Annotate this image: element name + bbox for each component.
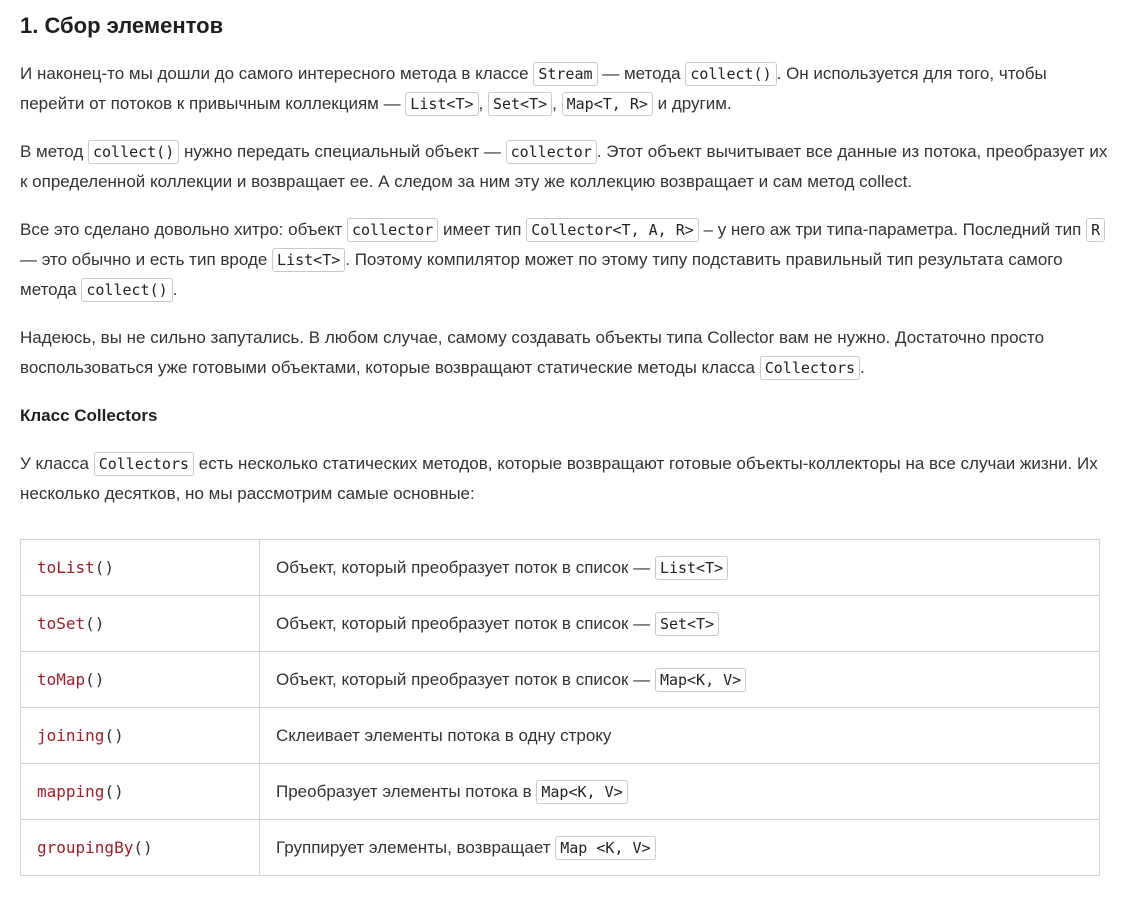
code-stream: Stream [533,62,598,86]
method-parens: () [133,837,153,857]
code-collectors: Collectors [93,452,195,476]
paragraph-collectors-intro: Надеюсь, вы не сильно запутались. В любо… [20,323,1112,383]
code-collect: collect() [81,278,173,302]
description-cell: Объект, который преобразует поток в спис… [259,651,1100,708]
code-type: Map<K, V> [536,779,628,804]
text: Надеюсь, вы не сильно запутались. В любо… [20,328,1045,377]
text: , [552,94,562,113]
method-cell: groupingBy() [20,819,260,876]
method-name: mapping [37,781,105,801]
method-cell: mapping() [20,763,260,820]
method-parens: () [94,557,115,577]
description-text: Объект, который преобразует поток в спис… [276,557,655,577]
table-row: mapping() Преобразует элементы потока в … [20,763,1100,820]
code-collect: collect() [87,140,180,164]
paragraph-collector: В метод collect() нужно передать специал… [20,137,1112,197]
description-cell: Склеивает элементы потока в одну строку [259,707,1100,764]
text: — метода [597,64,686,83]
text: Все это сделано довольно хитро: объект [20,220,347,239]
method-cell: toSet() [20,595,260,652]
method-name: toSet [37,613,86,633]
method-cell: joining() [20,707,260,764]
code-list: List<T> [272,248,346,272]
table-row: toSet() Объект, который преобразует пото… [20,595,1100,652]
code-type: Map<K, V> [654,667,747,692]
description-cell: Объект, который преобразует поток в спис… [259,595,1100,652]
text: и другим. [652,94,732,113]
table-row: joining() Склеивает элементы потока в од… [20,707,1100,764]
code-type: List<T> [654,555,729,580]
code-map: Map<T, R> [561,92,653,116]
description-text: Объект, который преобразует поток в спис… [276,613,655,633]
table-row: groupingBy() Группирует элементы, возвра… [20,819,1100,876]
description-cell: Преобразует элементы потока в Map<K, V> [259,763,1100,820]
table-row: toMap() Объект, который преобразует пото… [20,651,1100,708]
text: В метод [20,142,88,161]
text: — это обычно и есть тип вроде [20,250,273,269]
text: имеет тип [438,220,527,239]
description-text: Группирует элементы, возвращает [276,837,556,857]
text: – у него аж три типа-параметра. Последни… [698,220,1087,239]
text: И наконец-то мы дошли до самого интересн… [20,64,534,83]
description-text: Объект, который преобразует поток в спис… [276,669,655,689]
code-collector: collector [505,140,597,164]
text: нужно передать специальный объект — [179,142,506,161]
method-name: toList [37,557,95,577]
code-collector: collector [346,218,439,242]
paragraph-collectors-methods: У класса Collectors есть несколько стати… [20,449,1112,509]
subheading-collectors: Класс Collectors [20,406,158,425]
method-name: toMap [37,669,86,689]
method-parens: () [104,781,124,801]
description-text: Преобразует элементы потока в [276,781,537,801]
table-row: toList() Объект, который преобразует пот… [20,539,1100,596]
method-cell: toMap() [20,651,260,708]
code-collect: collect() [685,62,777,86]
text: . [172,280,178,299]
code-set: Set<T> [487,92,553,116]
text: , [478,94,488,113]
method-name: groupingBy [37,837,134,857]
code-r: R [1086,218,1106,242]
method-cell: toList() [20,539,260,596]
paragraph-collector-type: Все это сделано довольно хитро: объект c… [20,215,1112,305]
collectors-table: toList() Объект, который преобразует пот… [20,539,1100,876]
paragraph-intro: И наконец-то мы дошли до самого интересн… [20,59,1112,119]
section-heading: 1. Сбор элементов [20,13,224,38]
description-cell: Объект, который преобразует поток в спис… [259,539,1100,596]
method-name: joining [37,725,105,745]
code-type: Map <K, V> [555,835,656,860]
code-collector-type: Collector<T, A, R> [526,218,699,242]
code-list: List<T> [405,92,479,116]
method-parens: () [104,725,124,745]
text: У класса [20,454,94,473]
description-text: Склеивает элементы потока в одну строку [276,725,612,745]
method-parens: () [85,613,105,633]
code-type: Set<T> [654,611,720,636]
text: . [860,358,865,377]
description-cell: Группирует элементы, возвращает Map <K, … [259,819,1100,876]
code-collectors: Collectors [759,356,861,380]
method-parens: () [85,669,105,689]
